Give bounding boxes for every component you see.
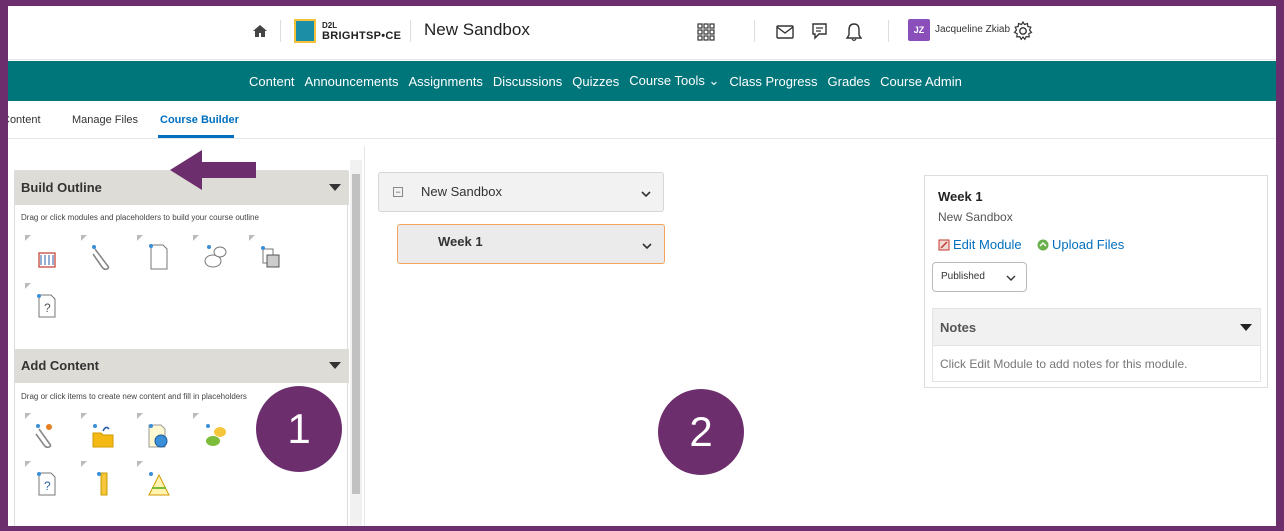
edit-module-link[interactable]: Edit Module <box>953 237 1022 252</box>
collapse-icon[interactable]: − <box>393 187 403 197</box>
nav-item-course-admin[interactable]: Course Admin <box>875 74 967 89</box>
chevron-down-icon <box>1006 275 1016 281</box>
nav-item-discussions[interactable]: Discussions <box>488 74 567 89</box>
tool-corner <box>137 235 143 241</box>
tool-corner <box>137 461 143 467</box>
tool-corner <box>81 413 87 419</box>
nav-item-grades[interactable]: Grades <box>823 74 876 89</box>
status-dropdown-value: Published <box>941 271 985 282</box>
svg-text:?: ? <box>44 479 51 493</box>
tool-corner <box>25 461 31 467</box>
status-dropdown[interactable]: Published <box>932 262 1027 292</box>
separator <box>280 20 281 42</box>
course-navbar: Content Announcements Assignments Discus… <box>8 61 1276 101</box>
annotation-badge-1: 1 <box>256 386 342 472</box>
upload-icon[interactable] <box>1037 239 1049 251</box>
tool-corner <box>25 235 31 241</box>
left-arrow-annotation-icon <box>170 150 256 190</box>
nav-item-announcements[interactable]: Announcements <box>300 74 404 89</box>
chat-icon[interactable] <box>808 21 830 43</box>
notes-title: Notes <box>940 320 977 335</box>
module-tool[interactable] <box>25 235 59 271</box>
nav-item-quizzes[interactable]: Quizzes <box>567 74 624 89</box>
quiz-placeholder-tool[interactable]: ? <box>25 283 59 319</box>
nav-item-assignments[interactable]: Assignments <box>404 74 488 89</box>
upload-files-link[interactable]: Upload Files <box>1052 237 1124 252</box>
collapse-arrow-icon[interactable] <box>329 184 341 191</box>
tool-corner <box>81 461 87 467</box>
new-survey-tool[interactable] <box>137 461 171 497</box>
new-link-tool[interactable] <box>25 413 59 449</box>
nav-item-class-progress[interactable]: Class Progress <box>724 74 822 89</box>
avatar[interactable]: JZ <box>908 19 930 41</box>
notes-body: Click Edit Module to add notes for this … <box>932 346 1261 382</box>
new-discussion-tool[interactable] <box>193 413 227 449</box>
content-subtabs: Content Manage Files Course Builder <box>8 101 1276 139</box>
page-frame: D2L BRIGHTSP•CE New Sandbox JZ Jacquelin… <box>8 6 1276 526</box>
home-icon[interactable] <box>251 22 269 40</box>
build-outline-desc: Drag or click modules and placeholders t… <box>21 213 259 222</box>
new-checklist-tool[interactable] <box>81 461 115 497</box>
course-selector-grid-icon[interactable] <box>695 21 717 43</box>
builder-tools-panel: Build Outline Drag or click modules and … <box>14 170 349 526</box>
add-content-header[interactable]: Add Content <box>15 349 349 383</box>
collapse-arrow-icon[interactable] <box>329 362 341 369</box>
separator <box>754 20 755 42</box>
module-detail-subtitle: New Sandbox <box>938 210 1013 224</box>
module-detail-title: Week 1 <box>938 189 983 204</box>
chevron-down-icon[interactable] <box>642 241 652 251</box>
module-details-panel: Week 1 New Sandbox Edit Module Upload Fi… <box>924 175 1268 388</box>
new-quiz-tool[interactable]: ? <box>25 461 59 497</box>
brand-name: BRIGHTSP•CE <box>322 30 402 42</box>
user-name[interactable]: Jacqueline Zkiab <box>935 24 1010 35</box>
tools-panel-scrollbar[interactable] <box>350 160 362 526</box>
course-title[interactable]: New Sandbox <box>424 20 530 40</box>
add-content-desc: Drag or click items to create new conten… <box>21 392 247 401</box>
tool-corner <box>193 235 199 241</box>
dropbox-placeholder-tool[interactable] <box>249 235 283 271</box>
link-placeholder-tool[interactable] <box>81 235 115 271</box>
panel-divider <box>364 146 365 526</box>
tool-corner <box>25 413 31 419</box>
nav-items: Content Announcements Assignments Discus… <box>244 61 967 101</box>
edit-module-icon[interactable] <box>938 239 950 251</box>
svg-text:?: ? <box>44 301 51 315</box>
notes-header[interactable]: Notes <box>932 308 1261 346</box>
separator <box>888 20 889 42</box>
course-root-module[interactable]: − New Sandbox <box>378 172 664 212</box>
tool-corner <box>249 235 255 241</box>
brightspace-logo[interactable]: D2L BRIGHTSP•CE <box>322 20 401 42</box>
tool-corner <box>137 413 143 419</box>
chevron-down-icon[interactable] <box>641 189 651 199</box>
tool-corner <box>193 413 199 419</box>
separator <box>410 20 411 42</box>
mail-icon[interactable] <box>774 21 796 43</box>
tool-corner <box>25 283 31 289</box>
upload-files-tool[interactable] <box>81 413 115 449</box>
week-module[interactable]: Week 1 <box>397 224 665 264</box>
gear-icon[interactable] <box>1012 20 1034 42</box>
notes-text: Click Edit Module to add notes for this … <box>940 357 1188 371</box>
discussion-placeholder-tool[interactable] <box>193 235 227 271</box>
tool-corner <box>81 235 87 241</box>
tab-course-builder[interactable]: Course Builder <box>160 114 239 126</box>
nav-item-content[interactable]: Content <box>244 74 300 89</box>
web-page-tool[interactable] <box>137 413 171 449</box>
nav-item-course-tools[interactable]: Course Tools ⌄ <box>624 73 724 89</box>
active-tab-indicator <box>158 135 234 138</box>
build-outline-title: Build Outline <box>21 180 102 195</box>
annotation-badge-2: 2 <box>658 389 744 475</box>
root-module-title: New Sandbox <box>421 184 502 199</box>
week-module-title: Week 1 <box>438 234 483 249</box>
add-content-title: Add Content <box>21 358 99 373</box>
top-bar: D2L BRIGHTSP•CE New Sandbox JZ Jacquelin… <box>8 6 1276 60</box>
college-logo[interactable] <box>294 19 316 43</box>
tab-manage-files[interactable]: Manage Files <box>72 114 138 126</box>
tab-content[interactable]: Content <box>8 114 41 126</box>
file-placeholder-tool[interactable] <box>137 235 171 271</box>
scroll-thumb[interactable] <box>352 174 360 494</box>
collapse-arrow-icon[interactable] <box>1240 324 1252 331</box>
bell-icon[interactable] <box>843 21 865 43</box>
